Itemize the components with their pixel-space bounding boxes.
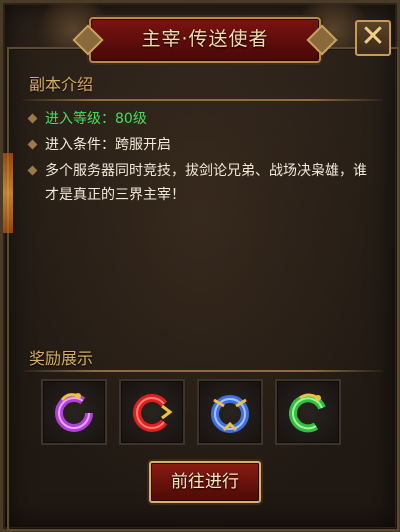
reward-list [41, 379, 341, 447]
reward-slot-2[interactable] [119, 379, 185, 445]
npc-dialog-panel: 主宰·传送使者 ✕ 副本介绍 进入等级：80级 进入条件：跨服开启 多个服务器同… [0, 0, 400, 532]
purple-dragon-ring-icon [55, 393, 93, 432]
go-proceed-button[interactable]: 前往进行 [149, 461, 261, 503]
intro-list: 进入等级：80级 进入条件：跨服开启 多个服务器同时竞技，拔剑论兄弟、战场决枭雄… [27, 107, 377, 209]
reward-slot-3[interactable] [197, 379, 263, 445]
intro-divider [23, 99, 383, 101]
green-dragon-ring-icon [288, 393, 326, 433]
reward-slot-4[interactable] [275, 379, 341, 445]
level-requirement: 进入等级：80级 [45, 111, 147, 127]
entry-condition: 进入条件：跨服开启 [45, 137, 171, 153]
close-icon: ✕ [360, 19, 386, 54]
intro-heading: 副本介绍 [29, 75, 94, 94]
diamond-bullet-icon [27, 139, 38, 150]
blue-dragon-ring-icon [211, 395, 249, 433]
diamond-bullet-icon [27, 113, 38, 124]
list-item-condition: 进入条件：跨服开启 [27, 133, 377, 157]
window-title: 主宰·传送使者 [141, 28, 269, 50]
rewards-heading: 奖励展示 [29, 349, 94, 368]
title-banner: 主宰·传送使者 [89, 17, 321, 63]
rewards-divider [23, 370, 383, 372]
dungeon-description: 多个服务器同时竞技，拔剑论兄弟、战场决枭雄，谁才是真正的三界主宰！ [45, 163, 367, 203]
close-button[interactable]: ✕ [355, 20, 391, 56]
left-edge-glow [3, 153, 13, 233]
list-item-level: 进入等级：80级 [27, 107, 377, 131]
red-dragon-ring-icon [133, 394, 173, 432]
diamond-bullet-icon [27, 165, 38, 176]
reward-slot-1[interactable] [41, 379, 107, 445]
list-item-description: 多个服务器同时竞技，拔剑论兄弟、战场决枭雄，谁才是真正的三界主宰！ [27, 159, 377, 207]
